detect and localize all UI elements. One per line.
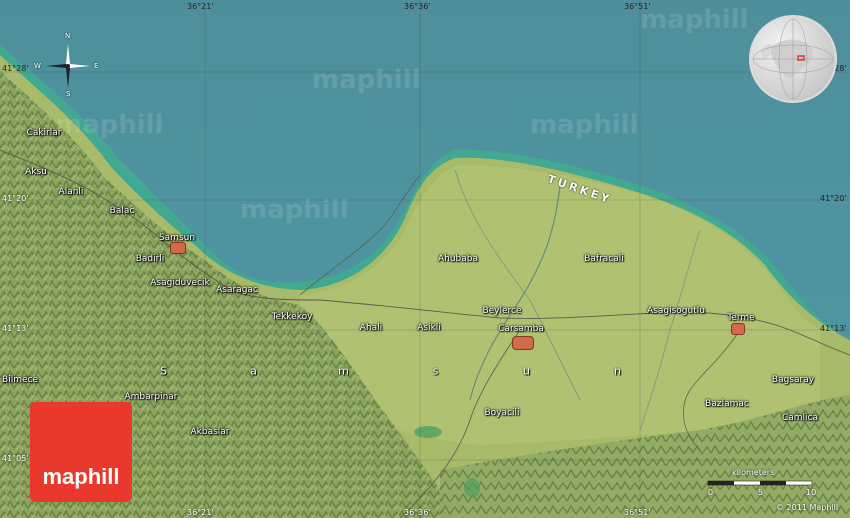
bottom-coord-label: 36°51': [624, 508, 651, 517]
place-label-carsamba[interactable]: Carsamba: [498, 324, 544, 334]
place-label-bafracali[interactable]: Bafracali: [584, 254, 624, 264]
watermark: maphill: [312, 65, 421, 95]
place-label-samsun[interactable]: Samsun: [159, 233, 195, 243]
compass-rose: N S E W: [34, 32, 98, 98]
copyright-text: © 2011 Maphill: [776, 503, 839, 512]
compass-north: N: [65, 32, 71, 40]
place-label-badirli[interactable]: Badirli: [136, 254, 165, 264]
carsamba-urban-area: [512, 336, 534, 350]
left-coord-label: 41°05': [2, 454, 29, 463]
region-label-letter: m: [338, 364, 350, 378]
region-label-letter: n: [614, 364, 622, 378]
logo-text: maphill: [42, 464, 120, 489]
compass-south: S: [66, 90, 71, 98]
compass-west: W: [34, 62, 41, 70]
region-label-letter: a: [250, 364, 258, 378]
map-view[interactable]: maphill maphill maphill maphill maphill …: [0, 0, 850, 518]
place-label-asagisogutlu[interactable]: Asagisogutlu: [647, 306, 705, 316]
scale-unit: kilometers: [732, 468, 775, 477]
watermark: maphill: [530, 110, 639, 140]
compass-icon: [46, 44, 90, 88]
watermark: maphill: [55, 110, 164, 140]
place-label-balac[interactable]: Balac: [110, 206, 135, 216]
globe-icon: [752, 18, 834, 100]
terme-urban-area: [731, 323, 745, 335]
left-coord-label: 41°28': [2, 64, 29, 73]
place-label-tekkekoy[interactable]: Tekkekoy: [272, 312, 313, 322]
maphill-logo[interactable]: maphill: [30, 402, 132, 502]
region-label-letter: S: [160, 364, 168, 378]
right-coord-label: 41°13': [820, 324, 847, 333]
place-label-terme[interactable]: Terme: [727, 313, 754, 323]
left-coord-label: 41°13': [2, 324, 29, 333]
place-label-alanli[interactable]: Alanli: [59, 187, 84, 197]
region-label-letter: s: [432, 364, 440, 378]
top-coord-label: 36°51': [624, 2, 651, 11]
place-label-cakirlar[interactable]: Cakirlar: [27, 128, 62, 138]
locator-globe[interactable]: [749, 15, 837, 103]
place-label-bagsaray[interactable]: Bagsaray: [772, 375, 814, 385]
place-label-ahali[interactable]: Ahali: [360, 323, 382, 333]
left-coord-label: 41°20': [2, 194, 29, 203]
top-coord-label: 36°36': [404, 2, 431, 11]
place-label-ambarpinar[interactable]: Ambarpinar: [125, 392, 178, 402]
place-label-asaragac[interactable]: Asaragac: [216, 285, 258, 295]
place-label-bilmece[interactable]: Bilmece: [2, 375, 38, 385]
place-label-akbaslar[interactable]: Akbaslar: [190, 427, 229, 437]
right-coord-label: 41°20': [820, 194, 847, 203]
watermark: maphill: [640, 5, 749, 35]
bottom-coord-label: 36°21': [187, 508, 214, 517]
place-label-ahubaba[interactable]: Ahubaba: [438, 254, 478, 264]
samsun-urban-area: [170, 242, 186, 254]
top-coord-label: 36°21': [187, 2, 214, 11]
region-label-letter: u: [523, 364, 531, 378]
place-label-bazlamac[interactable]: Bazlamac: [705, 399, 749, 409]
bottom-coord-label: 36°36': [404, 508, 431, 517]
place-label-asagiduvecik[interactable]: Asagiduvecik: [150, 278, 210, 288]
scale-tick: 5: [758, 488, 764, 497]
place-label-camlica[interactable]: Camlica: [782, 413, 818, 423]
place-label-boyacili[interactable]: Boyacili: [485, 408, 520, 418]
scale-tick: 10: [806, 488, 817, 497]
compass-east: E: [94, 62, 99, 70]
place-label-beylerce[interactable]: Beylerce: [482, 306, 521, 316]
scale-tick: 0: [708, 488, 714, 497]
place-label-asikli[interactable]: Asikli: [417, 323, 441, 333]
scale-bar: kilometers 0 5 10: [706, 468, 820, 498]
place-label-aksu[interactable]: Aksu: [25, 167, 47, 177]
watermark: maphill: [240, 195, 349, 225]
